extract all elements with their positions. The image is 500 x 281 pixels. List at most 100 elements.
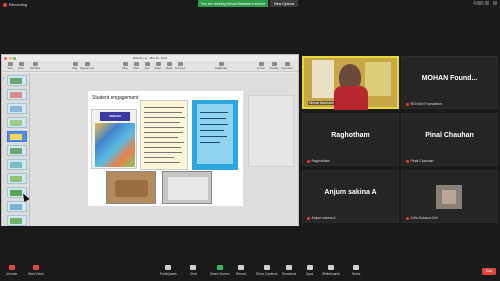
captions-icon [263,265,270,270]
participant-name: MOHAN Foundation [410,102,443,106]
start-video-button[interactable]: Start Video [28,265,44,276]
close-icon[interactable] [493,1,497,5]
end-meeting-button[interactable]: End [482,268,496,275]
participant-display-name: Pinal Chauhan [425,132,474,139]
window-zoom-dot-icon [13,56,16,60]
chart-icon [133,62,139,66]
toolbar-view-button[interactable]: View [5,62,15,71]
participant-tile[interactable]: Anjum sakina A Anjum sakina A [302,170,399,223]
play-icon [72,62,78,66]
toolbar-chart-button[interactable]: Chart [131,62,141,71]
participant-name: Raghotham [311,159,330,163]
toolbar-collaborate-button[interactable]: Collaborate [215,62,227,71]
recording-indicator[interactable]: Recording [3,2,27,7]
toolbar-table-button[interactable]: Table [120,62,130,71]
unmute-button[interactable]: Unmute [6,265,17,276]
current-slide[interactable]: Student engagement MOHAN [88,91,243,206]
show-captions-button[interactable]: Show Captions [256,265,277,276]
toolbar-comment-button[interactable]: Comment [175,62,185,71]
toolbar-play-button[interactable]: Play [70,62,80,71]
document-icon [284,62,290,66]
participant-name: Anjum sakina A [311,216,336,220]
keynote-toolbar: View Zoom Add Slide Play Keynote Live Ta… [2,61,298,72]
reactions-icon [286,265,293,270]
notes-button[interactable]: Notes [352,265,360,276]
toolbar-animate-button[interactable]: Animate [269,62,279,71]
mic-muted-icon [406,159,409,163]
minimize-icon[interactable] [477,1,481,5]
share-screen-button[interactable]: Share Screen [210,265,230,276]
participant-profile-picture [436,185,462,209]
blue-card-image [192,100,238,170]
participant-tile[interactable]: Jolla Sukana Dixt [401,170,498,223]
participant-name: Jolla Sukana Dixt [410,216,438,220]
toolbar-text-button[interactable]: Text [142,62,152,71]
slide-thumbnail[interactable] [7,117,27,128]
table-icon [122,62,128,66]
view-options-button[interactable]: View Options [270,0,298,7]
keynote-live-icon [84,62,90,66]
window-close-dot-icon [4,56,7,60]
apps-button[interactable]: Apps [306,265,313,276]
student-poster-image: MOHAN [91,109,137,169]
chat-icon [190,265,197,270]
toolbar-zoom-button[interactable]: Zoom [16,62,26,71]
slide-thumbnail[interactable] [7,173,27,184]
mic-muted-icon [406,216,409,220]
view-icon [7,62,13,66]
offslide-image [248,95,294,167]
slide-thumbnail[interactable] [7,159,27,170]
window-controls [477,1,497,5]
participants-icon [165,265,172,270]
slide-thumbnail[interactable] [7,145,27,156]
toolbar-document-button[interactable]: Document [282,62,292,71]
window-minimize-dot-icon [8,56,12,60]
participant-name: Pinal Chauhan [410,159,434,163]
toolbar-media-button[interactable]: Media [164,62,174,71]
handwritten-note-image [140,100,188,170]
shared-screen-window: Slide11 (1) - Mar 10, 2021 View Zoom Add… [1,54,299,226]
collaborate-icon [218,62,224,66]
apps-icon [306,265,313,270]
participant-tile-active-speaker[interactable]: Nirmal Badhake [302,56,399,110]
toolbar-add-slide-button[interactable]: Add Slide [30,62,40,71]
toolbar-keynote-live-button[interactable]: Keynote Live [80,62,94,71]
mic-muted-icon [8,265,15,270]
whiteboards-button[interactable]: Whiteboards [322,265,340,276]
format-icon [258,62,264,66]
toolbar-format-button[interactable]: Format [256,62,266,71]
participant-tile[interactable]: Pinal Chauhan Pinal Chauhan [401,113,498,166]
slide-thumbnail[interactable] [7,75,27,86]
reactions-button[interactable]: Reactions [282,265,296,276]
comment-icon [177,62,183,66]
chat-button[interactable]: Chat [190,265,197,276]
participant-display-name: Anjum sakina A [324,189,377,196]
slide-navigator[interactable]: 1 [2,73,30,226]
add-slide-icon [32,62,38,66]
zoom-icon [18,62,24,66]
meeting-top-bar: Recording You are viewing Nirmal Badhake… [0,0,500,9]
record-button[interactable]: Record [236,265,246,276]
participant-video [304,58,397,110]
poster-artwork [95,123,135,167]
share-screen-icon [216,265,223,270]
participant-display-name: MOHAN Found... [421,75,478,82]
participant-name: Nirmal Badhake [308,101,335,105]
participant-tile[interactable]: Raghotham Raghotham [302,113,399,166]
poster-brand: MOHAN [100,112,130,121]
video-off-icon [32,265,39,270]
slide-thumbnail[interactable] [7,103,27,114]
participant-display-name: Raghotham [331,132,370,139]
participant-tile[interactable]: MOHAN Found... MOHAN Foundation [401,56,498,109]
toolbar-shape-button[interactable]: Shape [153,62,163,71]
meeting-controls-bar: Unmute Start Video Participants Chat Sha… [0,262,500,281]
drawing-photo-image [162,171,212,204]
shape-icon [155,62,161,66]
slide-thumbnail[interactable] [7,201,27,212]
slide-canvas[interactable]: Student engagement MOHAN [30,73,298,226]
participants-button[interactable]: Participants [160,265,177,276]
slide-thumbnail[interactable] [7,89,27,100]
maximize-icon[interactable] [485,1,489,5]
slide-thumbnail-selected[interactable] [7,131,27,142]
slide-thumbnail[interactable] [7,215,27,226]
